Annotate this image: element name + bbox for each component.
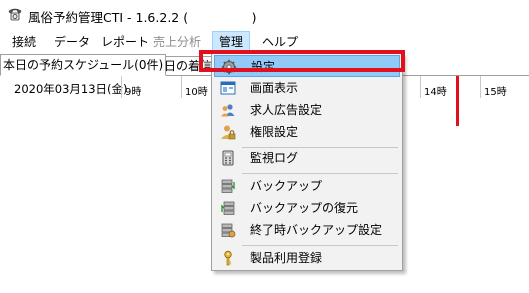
calculator-icon — [220, 150, 236, 166]
menu-item-restore[interactable]: バックアップの復元 — [214, 197, 400, 219]
menu-item-product-registration[interactable]: 製品利用登録 — [214, 247, 400, 269]
menu-connect[interactable]: 接続 — [6, 31, 42, 53]
menu-item-label: 権限設定 — [250, 125, 299, 139]
window-title: 風俗予約管理CTI - 1.6.2.2 ( ) — [28, 10, 257, 25]
user-lock-icon — [220, 124, 236, 140]
menu-item-monitor-log[interactable]: 監視ログ — [214, 147, 400, 169]
telephone-icon — [7, 6, 23, 22]
menu-item-label: 製品利用登録 — [250, 251, 323, 265]
hour-divider — [480, 76, 481, 98]
menu-item-display[interactable]: 画面表示 — [214, 77, 400, 99]
menu-item-label: 画面表示 — [250, 81, 299, 95]
admin-menu-dropdown: 設定 画面表示 求人広告設定 権限設定 監視ログ バックアップ バックアップの復… — [211, 53, 403, 271]
menu-item-label: 終了時バックアップ設定 — [250, 223, 383, 237]
menu-report[interactable]: レポート — [95, 31, 155, 53]
hour-divider — [420, 76, 421, 98]
menu-separator — [242, 173, 398, 174]
menu-data[interactable]: データ — [48, 31, 96, 53]
hour-label: 14時 — [424, 87, 447, 98]
menu-item-label: 求人広告設定 — [250, 103, 323, 117]
title-bar: 風俗予約管理CTI - 1.6.2.2 ( ) — [0, 0, 529, 30]
hour-label: 15時 — [484, 87, 507, 98]
menu-item-job-ad-settings[interactable]: 求人広告設定 — [214, 99, 400, 121]
annotation-highlight-box — [199, 50, 405, 72]
backup-settings-icon — [220, 222, 236, 238]
hour-divider — [121, 76, 122, 98]
menu-item-label: 監視ログ — [250, 151, 299, 165]
restore-icon — [220, 200, 236, 216]
current-time-line — [456, 76, 459, 126]
backup-icon — [220, 178, 236, 194]
hour-label: 10時 — [185, 87, 208, 98]
schedule-date: 2020年03月13日(金) — [14, 82, 128, 96]
menu-separator — [242, 245, 398, 246]
menu-item-exit-backup-settings[interactable]: 終了時バックアップ設定 — [214, 219, 400, 241]
hour-divider — [181, 76, 182, 98]
menu-item-label: バックアップの復元 — [250, 201, 359, 215]
window-icon — [220, 80, 236, 96]
people-icon — [220, 102, 236, 118]
menu-item-backup[interactable]: バックアップ — [214, 175, 400, 197]
menu-item-permissions[interactable]: 権限設定 — [214, 121, 400, 143]
menu-sales-analysis[interactable]: 売上分析 — [147, 31, 207, 53]
menu-item-label: バックアップ — [250, 179, 323, 193]
key-icon — [220, 250, 236, 266]
tab-today-reservations[interactable]: 本日の予約スケジュール(0件) — [0, 54, 167, 76]
hour-label: 9時 — [125, 87, 142, 98]
